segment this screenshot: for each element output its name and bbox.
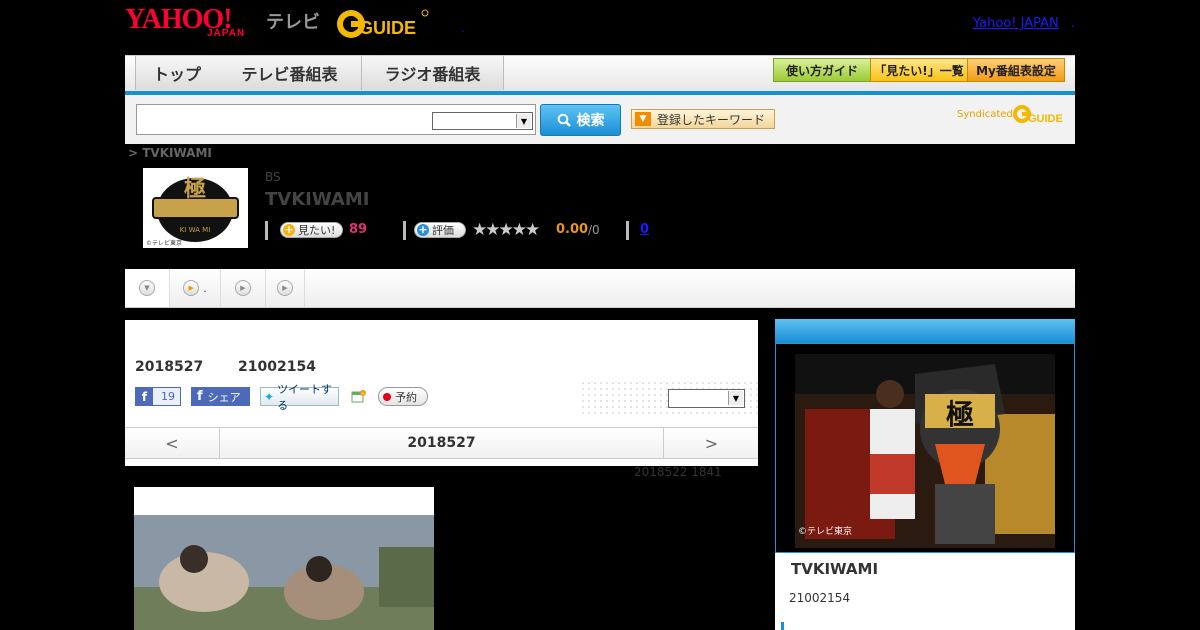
side-image-kanji: 極 [946, 398, 974, 431]
reserve-label: 予約 [395, 390, 417, 404]
tab-more[interactable]: ▶ [266, 269, 305, 307]
program-logo-image: 極 KI WA MI ©テレビ東京 [143, 168, 248, 248]
mitai-label: 見たい! [298, 224, 336, 237]
episode-photo[interactable] [134, 487, 434, 630]
program-logo-caption: ©テレビ東京 [146, 239, 182, 247]
episode-photo-image [134, 487, 434, 630]
episode-panel: 2018527 21002154 f 19 f シェア ✦ ツイートする + 予… [125, 320, 760, 466]
facebook-icon: f [197, 389, 203, 404]
program-tabs: ▼ ▶ . ▶ ▶ [125, 269, 1075, 308]
hyoka-button[interactable]: + 評価 [414, 222, 466, 238]
breadcrumb[interactable]: > TVKIWAMI [128, 146, 212, 160]
record-dot-icon [383, 392, 391, 401]
side-program-photo[interactable]: 極 ©テレビ東京 [795, 354, 1055, 548]
header-dot: . [461, 22, 465, 35]
divider [626, 221, 629, 240]
circle-play-icon: ▶ [183, 280, 200, 296]
nav-tab-radio-schedule[interactable]: ラジオ番組表 [362, 56, 504, 90]
facebook-icon: f [136, 388, 153, 405]
program-logo-kanji: 極 [184, 176, 206, 202]
search-bar: ▼ 検索 ▼ 登録したキーワード Syndicated GUIDE [125, 95, 1075, 144]
pager-next-button[interactable]: > [663, 428, 759, 458]
facebook-like-count: 19 [161, 390, 175, 403]
guide-button[interactable]: 使い方ガイド [773, 58, 871, 82]
circle-down-icon: ▼ [139, 280, 155, 296]
syndicated-gguide-logo: GUIDE [1012, 103, 1068, 125]
calendar-add-icon-svg: + [351, 390, 366, 403]
nav-tab-top[interactable]: トップ [135, 56, 219, 90]
date-pager: < 2018527 > [125, 427, 758, 459]
circle-play-icon: ▶ [277, 280, 293, 296]
facebook-share-button[interactable]: f シェア [191, 387, 250, 406]
registered-keyword-button[interactable]: ▼ 登録したキーワード [631, 109, 775, 129]
search-icon [557, 113, 571, 127]
side-panel-header [775, 319, 1075, 343]
header-link-dot: . [1071, 16, 1076, 31]
tab-broadcast[interactable]: ▶ . [170, 269, 221, 307]
tab-broadcast-suffix: . [203, 281, 207, 295]
pager-prev-button[interactable]: < [125, 428, 220, 458]
syndicated-label: Syndicated [957, 109, 1013, 120]
tweet-label: ツイートする [277, 382, 333, 412]
plus-icon: + [283, 223, 295, 236]
yahoo-japan-sublogo: JAPAN [207, 28, 246, 39]
gguide-logo-text: GUIDE [359, 18, 416, 38]
program-title: TVKIWAMI [265, 189, 370, 210]
registered-keyword-label: 登録したキーワード [657, 112, 766, 127]
calendar-add-icon[interactable]: + [351, 389, 366, 404]
nav-tab-tv-schedule[interactable]: テレビ番組表 [218, 56, 362, 90]
tv-logo-text[interactable]: テレビ [266, 8, 320, 34]
yahoo-japan-link[interactable]: Yahoo! JAPAN [973, 16, 1059, 31]
side-accent-bar [781, 622, 784, 630]
program-thumbnail[interactable]: 極 KI WA MI ©テレビ東京 [143, 168, 248, 248]
search-button[interactable]: 検索 [540, 104, 621, 136]
hyoka-label: 評価 [432, 224, 454, 237]
search-button-label: 検索 [576, 113, 605, 129]
tweet-button[interactable]: ✦ ツイートする [260, 383, 339, 412]
side-image-caption: ©テレビ東京 [798, 525, 852, 537]
facebook-like-button[interactable]: f 19 [135, 387, 181, 406]
episode-select[interactable]: ▼ [668, 389, 745, 408]
main-nav: トップ テレビ番組表 ラジオ番組表 使い方ガイド 「見たい!」一覧 My番組表設… [125, 55, 1075, 92]
episode-id: 21002154 [238, 359, 316, 375]
rating-stars: ★★★★★ [472, 220, 540, 240]
pager-date: 2018527 [407, 435, 476, 451]
gguide-small-icon: GUIDE [1013, 105, 1063, 125]
circle-play-icon: ▶ [235, 280, 251, 296]
updated-timestamp: 2018522 1841 [634, 465, 722, 479]
side-program-title[interactable]: TVKIWAMI [791, 560, 878, 578]
program-category: BS [265, 170, 281, 184]
search-category-select[interactable]: ▼ [432, 112, 533, 130]
chevron-down-icon: ▼ [516, 114, 531, 128]
divider [265, 221, 268, 240]
tab-episodes[interactable]: ▼ [125, 269, 170, 307]
mitai-list-button[interactable]: 「見たい!」一覧 [870, 58, 968, 82]
gguide-small-text: GUIDE [1028, 113, 1063, 125]
triangle-down-icon: ▼ [635, 112, 651, 126]
side-program-id: 21002154 [789, 591, 851, 605]
rating-max: /0 [588, 223, 600, 237]
program-logo-sub: KI WA MI [180, 226, 211, 234]
plus-icon: + [417, 223, 429, 236]
side-program-image: 極 ©テレビ東京 [795, 354, 1055, 548]
rating-value: 0.00 [556, 222, 589, 237]
svg-text:+: + [361, 391, 365, 397]
gguide-logo-icon: GUIDE [337, 9, 429, 38]
facebook-share-label: シェア [207, 390, 241, 404]
comment-count-link[interactable]: 0 [640, 222, 649, 237]
my-schedule-settings-button[interactable]: My番組表設定 [967, 58, 1065, 82]
chevron-down-icon: ▼ [728, 391, 743, 405]
tab-info[interactable]: ▶ [221, 269, 266, 307]
mitai-button[interactable]: + 見たい! [280, 222, 343, 238]
reserve-button[interactable]: 予約 [378, 387, 428, 406]
twitter-bird-icon: ✦ [264, 389, 275, 404]
gguide-logo[interactable]: GUIDE [335, 8, 429, 40]
divider [403, 221, 406, 240]
mitai-count: 89 [349, 222, 368, 237]
episode-date: 2018527 [135, 359, 204, 375]
